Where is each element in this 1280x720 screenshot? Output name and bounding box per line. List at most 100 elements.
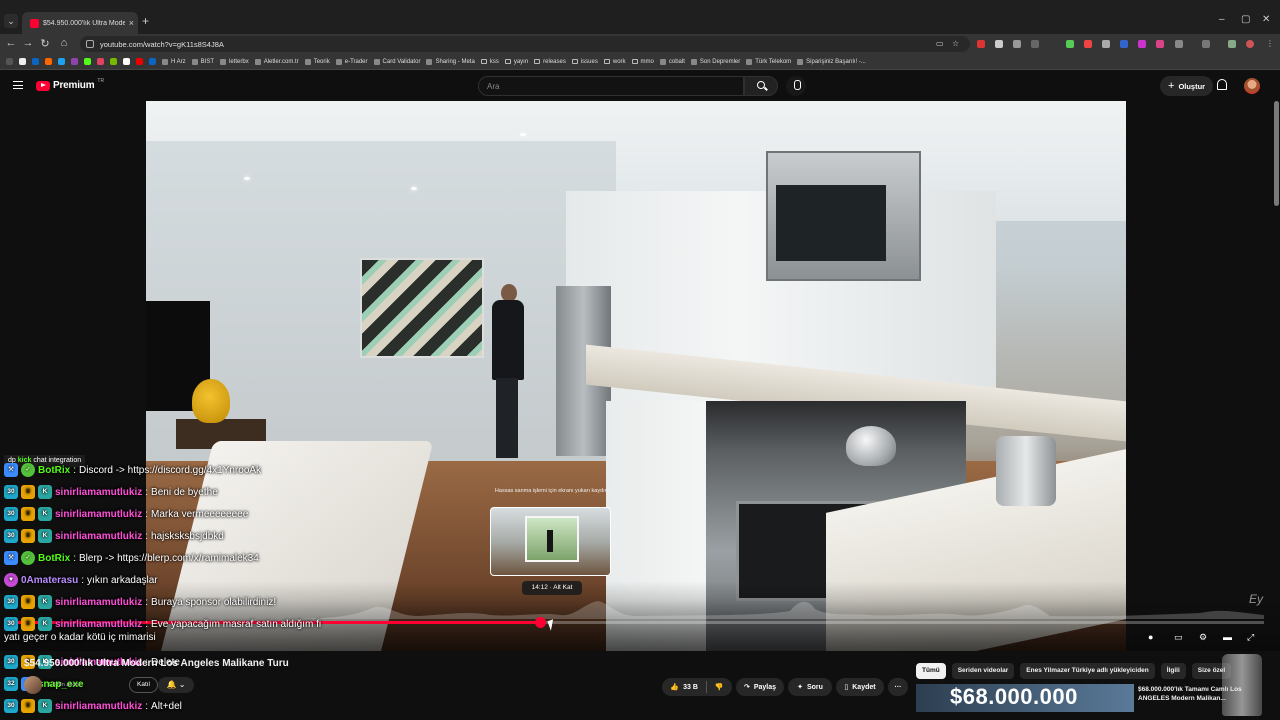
ceiling-light [244, 177, 250, 180]
more-actions-button[interactable]: ··· [888, 678, 908, 696]
bookmark-item[interactable]: issues [571, 59, 598, 65]
extension-icon[interactable] [1084, 40, 1092, 48]
minimize-button[interactable]: – [1219, 14, 1225, 25]
extension-icon[interactable] [977, 40, 985, 48]
profile-avatar-icon[interactable] [1246, 40, 1254, 48]
bookmark-label: work [612, 58, 626, 65]
ask-button[interactable]: ✦ Soru [788, 678, 832, 696]
page-scrollbar[interactable] [1274, 101, 1279, 206]
cast-icon[interactable]: ▭ [936, 39, 944, 48]
bookmark-item[interactable]: work [603, 58, 626, 65]
dislike-icon[interactable]: 👎 [715, 683, 724, 691]
extension-icon[interactable] [1228, 40, 1236, 48]
extension-icon[interactable] [1066, 40, 1074, 48]
bookmark-item[interactable]: BIST [191, 58, 214, 65]
bookmark-item[interactable]: Siparişiniz Başarılı! -... [797, 58, 866, 65]
extension-icon[interactable] [1013, 40, 1021, 48]
extension-icon[interactable] [1138, 40, 1146, 48]
bookmark-icon[interactable] [110, 58, 117, 65]
bookmark-star-icon[interactable]: ☆ [952, 39, 959, 48]
extension-icon[interactable] [1120, 40, 1128, 48]
theater-mode-icon[interactable]: ▬ [1223, 632, 1232, 642]
notifications-bell-icon[interactable] [1217, 79, 1227, 90]
new-tab-button[interactable]: + [142, 14, 149, 28]
autoplay-toggle-icon[interactable]: ● [1148, 632, 1153, 642]
extension-icon[interactable] [1156, 40, 1164, 48]
bookmark-item[interactable]: letterbx [220, 58, 249, 65]
subscriber-months-badge: 30 [4, 617, 18, 631]
forward-icon[interactable]: → [21, 37, 35, 49]
chat-message: 30 ♛ Ksinirliamamutlukiz: hajsksksbsjdbkd [4, 528, 224, 544]
address-bar[interactable]: youtube.com/watch?v=gK11s8S4J8A [80, 36, 970, 52]
account-avatar[interactable] [1244, 78, 1260, 94]
tab-close-icon[interactable]: × [129, 18, 134, 28]
instagram-icon[interactable] [97, 58, 104, 65]
bookmark-icon[interactable] [71, 58, 78, 65]
menu-icon[interactable] [13, 81, 23, 89]
subtitles-icon[interactable]: ▭ [1174, 632, 1183, 643]
search-input[interactable]: Ara [478, 76, 744, 96]
join-button[interactable]: Katıl [129, 677, 159, 693]
x-icon[interactable] [123, 58, 130, 65]
bookmark-item[interactable]: Türk Telekom [746, 58, 791, 65]
subscriber-months-badge: 30 [4, 699, 18, 713]
browser-tab-active[interactable]: $54.950.000'lık Ultra Modern L × [22, 12, 138, 34]
bookmark-label: yayın [513, 58, 529, 65]
youtube-premium-logo[interactable]: Premium TR [36, 78, 104, 91]
bookmark-icon[interactable] [58, 58, 65, 65]
settings-gear-icon[interactable]: ⚙ [1199, 632, 1207, 643]
search-button[interactable] [744, 76, 778, 96]
home-icon[interactable]: ⌂ [57, 37, 71, 49]
side-panel-icon[interactable] [1202, 40, 1210, 48]
share-button[interactable]: ↷ Paylaş [736, 678, 784, 696]
extension-icon[interactable] [995, 40, 1003, 48]
fullscreen-icon[interactable]: ⤢ [1247, 632, 1254, 643]
filter-chip[interactable]: Enes Yilmazer Türkiye adlı yükleyiciden [1020, 663, 1155, 679]
bookmark-item[interactable]: Sharing - Meta [426, 58, 475, 65]
recommended-video-thumbnail[interactable]: $68.000.000 [916, 684, 1134, 712]
video-frame[interactable] [146, 101, 1126, 651]
bookmark-item[interactable]: mmo [631, 59, 654, 65]
voice-search-button[interactable] [786, 76, 806, 96]
apps-icon[interactable] [6, 58, 13, 65]
linkedin-icon[interactable] [149, 58, 156, 65]
extension-icon[interactable] [1102, 40, 1110, 48]
bookmark-item[interactable]: releases [534, 59, 566, 65]
like-icon[interactable]: 👍 [670, 683, 679, 691]
create-button[interactable]: + Oluştur [1160, 76, 1214, 96]
extension-icon[interactable] [1031, 40, 1039, 48]
linkedin-icon[interactable] [32, 58, 39, 65]
browser-menu-icon[interactable]: ⋮ [1266, 39, 1274, 48]
extensions-puzzle-icon[interactable] [1175, 40, 1183, 48]
filter-chip[interactable]: Tümü [916, 663, 946, 679]
bookmark-item[interactable]: cobalt [659, 58, 685, 65]
bookmark-label: Sharing - Meta [435, 58, 475, 65]
subscribe-bell-button[interactable]: 🔔 ⌄ [158, 677, 194, 693]
reload-icon[interactable]: ↻ [38, 37, 52, 50]
kick-icon[interactable] [84, 58, 91, 65]
maximize-button[interactable]: ▢ [1241, 14, 1250, 25]
bookmark-item[interactable]: Teorik [304, 58, 330, 65]
bookmark-item[interactable]: e-Trader [335, 58, 368, 65]
browser-tabstrip: ⌄ $54.950.000'lık Ultra Modern L × + – ▢… [0, 0, 1280, 34]
filter-chip[interactable]: İlgili [1160, 663, 1186, 679]
bookmark-item[interactable]: yayın [504, 58, 529, 65]
bookmark-item[interactable]: Aletler.com.tr [254, 58, 299, 65]
bookmark-icon[interactable] [136, 58, 143, 65]
bookmark-item[interactable]: H Arz [162, 58, 186, 65]
bookmark-item[interactable]: Card Validator [373, 58, 420, 65]
filter-chip[interactable]: Seriden videolar [951, 663, 1015, 679]
save-button[interactable]: ▯ Kaydet [836, 678, 884, 696]
heart-badge-icon: ♥ [4, 573, 18, 587]
site-info-icon[interactable] [86, 40, 94, 48]
github-icon[interactable] [19, 58, 26, 65]
back-icon[interactable]: ← [4, 37, 18, 49]
close-window-button[interactable]: ✕ [1262, 14, 1270, 25]
like-count[interactable]: 33 B [683, 684, 698, 691]
channel-avatar[interactable] [24, 676, 42, 694]
bookmark-item[interactable]: kss [480, 59, 499, 65]
tab-search-icon[interactable]: ⌄ [4, 14, 18, 28]
bookmark-icon[interactable] [45, 58, 52, 65]
bookmark-item[interactable]: Son Depremler [690, 58, 740, 65]
scrubber-handle[interactable] [535, 617, 547, 628]
